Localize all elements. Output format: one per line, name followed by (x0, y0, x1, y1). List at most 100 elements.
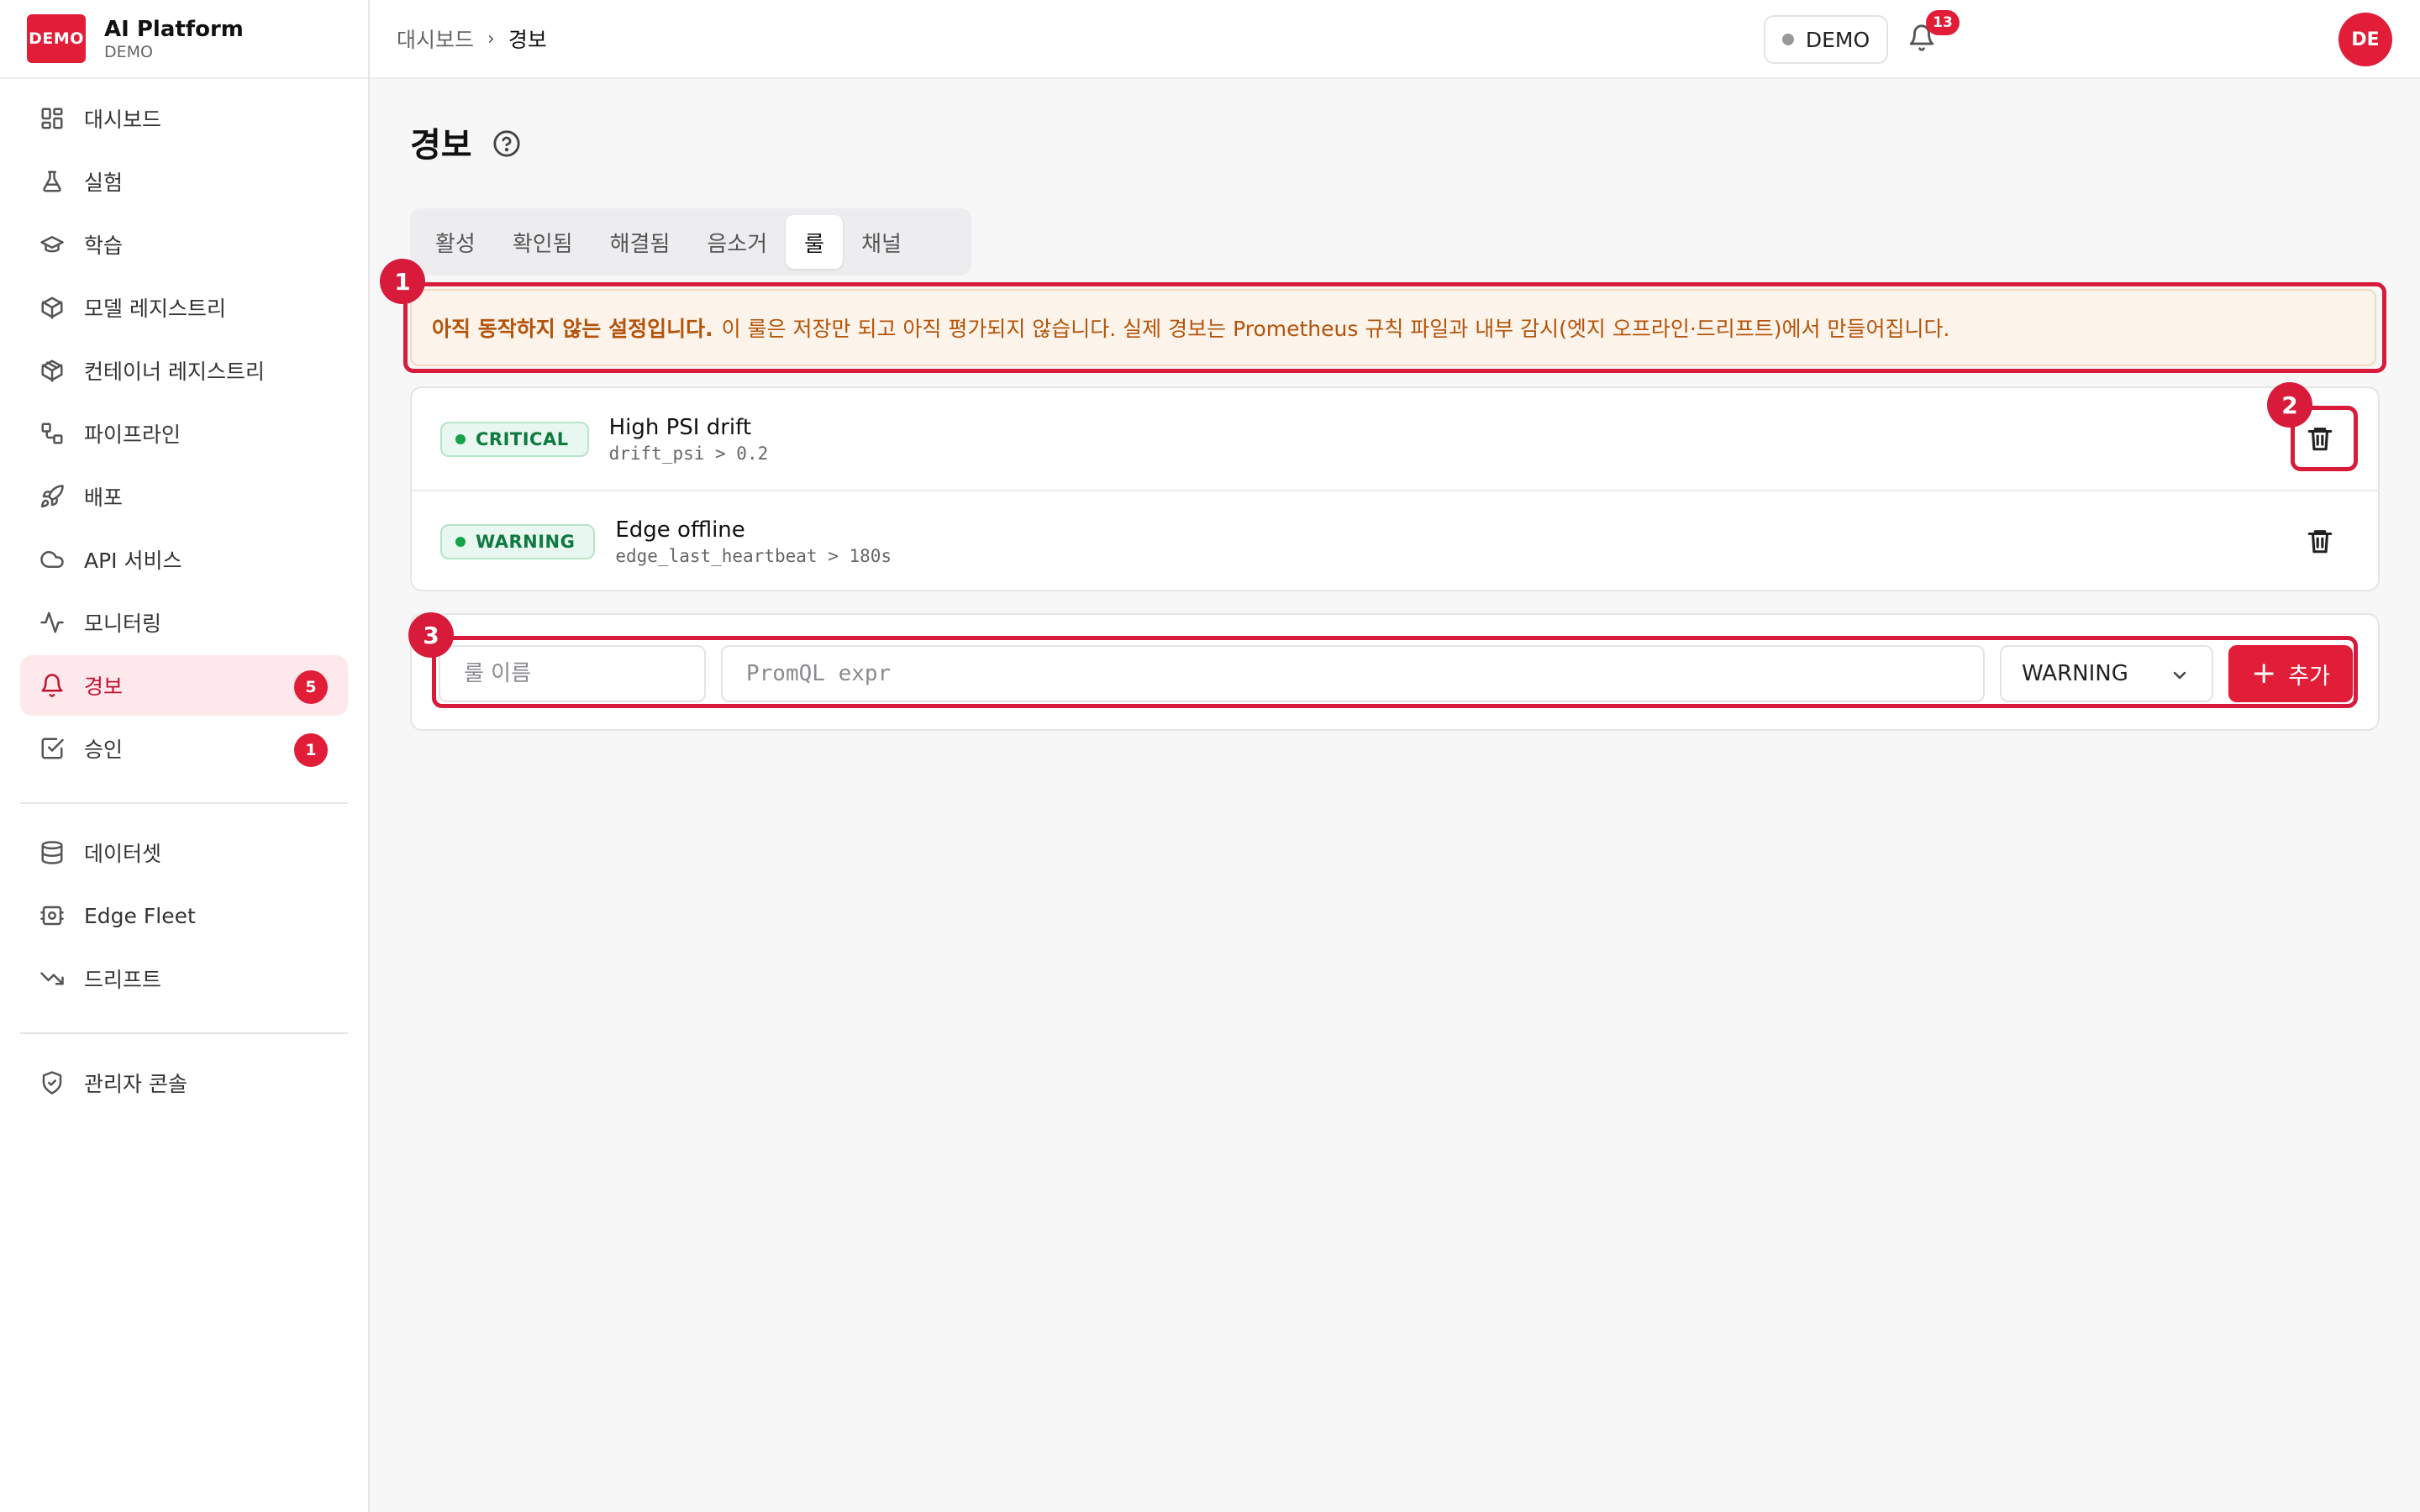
chevron-right-icon: › (487, 28, 495, 50)
rules-list: CRITICAL High PSI drift drift_psi > 0.2 … (410, 386, 2380, 591)
sidebar-item-alerts[interactable]: 경보 5 (20, 655, 348, 716)
plus-icon: + (2251, 656, 2277, 690)
check-square-icon (39, 735, 66, 762)
workflow-icon (39, 420, 66, 447)
sidebar-item-label: 대시보드 (84, 108, 162, 132)
flask-icon (39, 168, 66, 195)
sidebar-item-label: 경보 (84, 675, 124, 699)
delete-rule-trash-icon[interactable] (2306, 527, 2336, 557)
sidebar-item-label: 실험 (84, 171, 124, 195)
sidebar-item-model-registry[interactable]: 모델 레지스트리 (20, 277, 348, 338)
breadcrumb-dashboard[interactable]: 대시보드 (397, 24, 474, 54)
brand-logo: DEMO (27, 14, 86, 63)
shield-check-icon (39, 1069, 66, 1096)
annotation-marker-3: 3 (408, 612, 454, 658)
approvals-count-badge: 1 (294, 733, 328, 767)
alerts-count-badge: 5 (294, 670, 328, 704)
page-title-wrap: 경보 (410, 118, 521, 166)
edge-device-icon (39, 902, 66, 929)
database-icon (39, 839, 66, 866)
sidebar-item-label: API 서비스 (84, 549, 182, 573)
trending-down-icon (39, 965, 66, 992)
annotation-marker-1: 1 (380, 259, 425, 304)
sidebar-item-label: 드리프트 (84, 968, 162, 992)
sidebar-item-experiments[interactable]: 실험 (20, 151, 348, 212)
rule-row: CRITICAL High PSI drift drift_psi > 0.2 (412, 388, 2378, 490)
sidebar-item-label: 배포 (84, 486, 124, 510)
add-rule-label: 추가 (2288, 663, 2330, 690)
rule-name-input[interactable] (439, 645, 706, 702)
sidebar-item-label: 학습 (84, 234, 124, 258)
sidebar-item-label: 관리자 콘솔 (84, 1072, 187, 1096)
sidebar-item-approvals[interactable]: 승인 1 (20, 718, 348, 779)
environment-label: DEMO (1805, 27, 1870, 52)
sidebar-item-label: 컨테이너 레지스트리 (84, 360, 265, 384)
sidebar-nav: 대시보드 실험 학습 모델 레지스트리 컨테이너 레지스트리 파이프라인 배포 … (0, 79, 368, 1113)
rule-name: High PSI drift (608, 414, 752, 440)
cube-icon (39, 294, 66, 321)
sidebar-item-label: 파이프라인 (84, 423, 182, 447)
topbar: 대시보드 › 경보 (370, 0, 2420, 79)
severity-dot-icon (455, 536, 466, 547)
help-circle-icon[interactable] (492, 128, 521, 157)
rule-expression: drift_psi > 0.2 (608, 443, 769, 464)
sidebar-item-container-registry[interactable]: 컨테이너 레지스트리 (20, 340, 348, 401)
severity-badge: WARNING (440, 523, 596, 559)
add-rule-form: WARNING + 추가 (410, 613, 2380, 731)
breadcrumb-alerts: 경보 (508, 28, 547, 52)
sidebar-item-label: 승인 (84, 738, 124, 762)
user-avatar[interactable]: DE (2338, 13, 2392, 66)
banner-text: 이 룰은 저장만 되고 아직 평가되지 않습니다. 실제 경보는 Prometh… (721, 317, 1950, 341)
sidebar-item-dashboard[interactable]: 대시보드 (20, 88, 348, 149)
severity-select[interactable]: WARNING (2000, 645, 2213, 702)
sidebar-item-deploy[interactable]: 배포 (20, 466, 348, 527)
tab-resolved[interactable]: 해결됨 (592, 215, 689, 269)
not-active-warning-banner: 아직 동작하지 않는 설정입니다. 이 룰은 저장만 되고 아직 평가되지 않습… (410, 289, 2376, 366)
rule-row: WARNING Edge offline edge_last_heartbeat… (412, 490, 2378, 591)
activity-icon (39, 609, 66, 636)
sidebar-item-admin-console[interactable]: 관리자 콘솔 (20, 1053, 348, 1113)
sidebar-item-datasets[interactable]: 데이터셋 (20, 822, 348, 883)
rule-name: Edge offline (615, 517, 745, 543)
tab-channels[interactable]: 채널 (843, 215, 920, 269)
sidebar-item-api-services[interactable]: API 서비스 (20, 529, 348, 590)
environment-selector[interactable]: DEMO (1764, 15, 1888, 64)
page-title: 경보 (410, 126, 472, 165)
promql-expr-input[interactable] (721, 645, 1985, 702)
banner-strong-text: 아직 동작하지 않는 설정입니다. (432, 317, 713, 341)
notification-count-badge: 13 (1926, 10, 1960, 35)
severity-dot-icon (455, 433, 466, 444)
rocket-icon (39, 483, 66, 510)
brand-title: AI Platform (104, 17, 244, 42)
add-rule-button[interactable]: + 추가 (2228, 645, 2353, 702)
sidebar-item-monitoring[interactable]: 모니터링 (20, 592, 348, 653)
tab-silenced[interactable]: 음소거 (688, 215, 786, 269)
nav-divider (20, 802, 348, 804)
sidebar-item-edge-fleet[interactable]: Edge Fleet (20, 885, 348, 946)
severity-badge: CRITICAL (440, 421, 589, 457)
tab-active[interactable]: 활성 (417, 215, 494, 269)
nav-divider (20, 1032, 348, 1034)
cloud-icon (39, 546, 66, 573)
brand-subtitle: DEMO (104, 43, 153, 61)
package-icon (39, 357, 66, 384)
brand: DEMO AI Platform DEMO (0, 0, 368, 79)
sidebar: DEMO AI Platform DEMO 대시보드 실험 학습 모델 레지스트… (0, 0, 370, 1512)
tab-rules[interactable]: 룰 (786, 215, 844, 269)
severity-select-value: WARNING (2022, 661, 2128, 686)
bell-icon (39, 672, 66, 699)
rule-expression: edge_last_heartbeat > 180s (615, 545, 892, 566)
annotation-marker-2: 2 (2267, 382, 2312, 428)
tab-acknowledged[interactable]: 확인됨 (494, 215, 592, 269)
sidebar-item-label: Edge Fleet (84, 903, 196, 928)
sidebar-item-label: 데이터셋 (84, 842, 162, 866)
sidebar-item-training[interactable]: 학습 (20, 214, 348, 275)
status-dot-icon (1781, 34, 1794, 45)
alerts-tabs: 활성 확인됨 해결됨 음소거 룰 채널 (410, 208, 971, 276)
sidebar-item-pipelines[interactable]: 파이프라인 (20, 403, 348, 464)
sidebar-item-label: 모델 레지스트리 (84, 297, 226, 321)
sidebar-item-label: 모니터링 (84, 612, 162, 636)
dashboard-icon (39, 105, 66, 132)
delete-rule-trash-icon[interactable] (2306, 424, 2336, 454)
sidebar-item-drift[interactable]: 드리프트 (20, 948, 348, 1009)
